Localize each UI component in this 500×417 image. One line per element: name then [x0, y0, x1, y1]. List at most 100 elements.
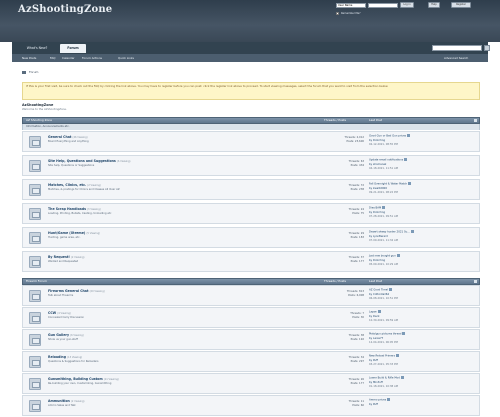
forum-stats: Threads: 7 Posts: 30 [326, 312, 364, 320]
go-to-last-post-icon[interactable] [396, 254, 400, 257]
forum-icon [29, 136, 41, 148]
collapse-icon[interactable] [474, 119, 477, 122]
forum-title-link[interactable]: By Request! [48, 255, 70, 259]
post-count: Posts: 60 [352, 404, 364, 408]
collapse-icon[interactable] [474, 280, 477, 283]
tab-forum[interactable]: Forum [60, 44, 86, 53]
category-header: Firearm Forum Threads / Posts Last Post [22, 278, 480, 285]
forum-title-link[interactable]: Firearms General Chat [48, 289, 88, 293]
forum-title-wrap: Ammunition (2 Viewing) [48, 399, 84, 403]
last-post-title[interactable]: New Reload Primers [369, 355, 395, 358]
go-to-last-post-icon[interactable] [400, 376, 404, 379]
post-count: Posts: 6,908 [348, 294, 364, 298]
last-post-title[interactable]: Lapse [369, 311, 377, 314]
post-count: Posts: 297 [350, 360, 364, 364]
go-to-last-post-icon[interactable] [404, 158, 408, 161]
post-count: Posts: 23,600 [346, 140, 364, 144]
go-to-last-post-icon[interactable] [389, 288, 393, 291]
forum-title-link[interactable]: Gun Gallery [48, 333, 69, 337]
subnav-forum-actions[interactable]: Forum Actions [82, 54, 102, 62]
subnav-calendar[interactable]: Calendar [62, 54, 75, 62]
forum-row: Reloading (13 Viewing) Questions & Sugges… [22, 351, 480, 372]
forum-row: Gunsmithing, Building Custom (11 Viewing… [22, 373, 480, 394]
breadcrumb-forum[interactable]: Forum [29, 70, 39, 74]
help-button[interactable]: Help [428, 2, 440, 8]
forum-title-link[interactable]: Gunsmithing, Building Custom [48, 377, 103, 381]
forum-title-link[interactable]: Reloading [48, 355, 66, 359]
last-post-title[interactable]: Good Gun or Bad Gun prices [369, 135, 406, 138]
forum-title-link[interactable]: The Scrap Handloads [48, 207, 86, 211]
go-to-last-post-icon[interactable] [407, 134, 411, 137]
last-post-title[interactable]: Update email notifications [369, 159, 403, 162]
forum-title-link[interactable]: General Chat [48, 135, 71, 139]
last-post-title[interactable]: Fall Overnight & Water Match [369, 183, 407, 186]
tab-whats-new[interactable]: What's New? [22, 44, 52, 53]
last-post-title[interactable]: Just new bought gun [369, 255, 396, 258]
username-input[interactable] [336, 3, 366, 8]
main-navbar: What's New? Forum [12, 42, 490, 54]
last-post: Ammo prices by Puff [369, 398, 477, 407]
post-count: Posts: 183 [350, 236, 364, 240]
advanced-search-link[interactable]: Advanced Search [444, 54, 468, 62]
last-post-author[interactable]: by Puff [369, 403, 477, 407]
forum-title-wrap: General Chat (46 Viewing) [48, 135, 88, 139]
forum-title-link[interactable]: Matches, Clinics, etc. [48, 183, 86, 187]
forum-viewing-count: (46 Viewing) [72, 136, 88, 139]
site-logo[interactable]: AzShootingZone [18, 4, 112, 15]
last-post-title[interactable]: Dies BAM [369, 207, 381, 210]
last-post-date: 09-21-2021, 08:22 PM [369, 190, 398, 194]
forum-stats: Threads: 34 Posts: 297 [326, 356, 364, 364]
go-to-last-post-icon[interactable] [395, 354, 399, 357]
last-post-header: Last Post [369, 279, 382, 283]
remember-me-checkbox[interactable] [336, 12, 339, 15]
last-post: Lower Build & Rifle Mod by Mk-Puff 01-18-2… [369, 376, 477, 389]
forum-stats: Threads: 813 Posts: 6,908 [326, 290, 364, 298]
welcome-notice: If this is your first visit, be sure to … [22, 82, 480, 100]
forum-title-wrap: Site Help, Questions and Suggestions (6 … [48, 159, 130, 163]
forum-description: Concealed Carry Discussion [48, 316, 85, 319]
category-title[interactable]: AZ Shooting Zone [26, 118, 52, 123]
forum-title-link[interactable]: Hunt/Game (Xtreme) [48, 231, 85, 235]
last-post-title[interactable]: Pistolgun pictures thread [369, 333, 401, 336]
sub-navbar: New Posts FAQ Calendar Forum Actions Qui… [12, 54, 488, 62]
category-title[interactable]: Firearm Forum [26, 279, 47, 284]
forum-viewing-count: (20 Viewing) [89, 290, 105, 293]
forum-row: Site Help, Questions and Suggestions (6 … [22, 155, 480, 176]
forum-title-wrap: Matches, Clinics, etc. (2 Viewing) [48, 183, 101, 187]
forum-icon [29, 356, 41, 368]
last-post: Just new bought gun by Dickchng 05-09-2021… [369, 254, 477, 267]
forum-title-link[interactable]: Site Help, Questions and Suggestions [48, 159, 116, 163]
last-post-title[interactable]: Lower Build & Rifle Mod [369, 377, 400, 380]
search-input[interactable] [432, 45, 482, 51]
forum-title-link[interactable]: CCW [48, 311, 56, 315]
forum-icon [29, 256, 41, 268]
go-to-last-post-icon[interactable] [402, 332, 406, 335]
go-to-last-post-icon[interactable] [387, 398, 391, 401]
go-to-last-post-icon[interactable] [382, 206, 386, 209]
forum-description: Site help, Questions or Suggestions [48, 164, 95, 167]
forum-stats: Threads: 63 Posts: 434 [326, 160, 364, 168]
subnav-new-posts[interactable]: New Posts [22, 54, 36, 62]
go-to-last-post-icon[interactable] [410, 230, 414, 233]
forum-description: Talk about Firearms [48, 294, 74, 297]
subnav-faq[interactable]: FAQ [50, 54, 55, 62]
forum-viewing-count: (2 Viewing) [70, 400, 85, 403]
go-to-last-post-icon[interactable] [408, 182, 412, 185]
password-input[interactable] [368, 3, 398, 8]
search-go-button[interactable] [484, 45, 490, 51]
forum-row: Firearms General Chat (20 Viewing) Talk a… [22, 285, 480, 306]
go-to-last-post-icon[interactable] [377, 310, 381, 313]
last-post-title[interactable]: AZ Good Time! [369, 289, 388, 292]
home-icon[interactable] [22, 70, 26, 74]
last-post-title[interactable]: Desert sheep hunter 2021 Su... [369, 231, 410, 234]
last-post-title[interactable]: Ammo prices [369, 399, 386, 402]
login-button[interactable]: Log in [400, 2, 414, 8]
forum-title-link[interactable]: Ammunition [48, 399, 70, 403]
subnav-quick-links[interactable]: Quick Links [118, 54, 134, 62]
forum-row: The Scrap Handloads (3 Viewing) Loading, … [22, 203, 480, 224]
register-button[interactable]: Register [451, 2, 471, 8]
forum-row: Gun Gallery (6 Viewing) Show us your gun-… [22, 329, 480, 350]
forum-icon [29, 290, 41, 302]
forum-stats: Threads: 26 Posts: 177 [326, 378, 364, 386]
forum-title-wrap: CCW (4 Viewing) [48, 311, 71, 315]
